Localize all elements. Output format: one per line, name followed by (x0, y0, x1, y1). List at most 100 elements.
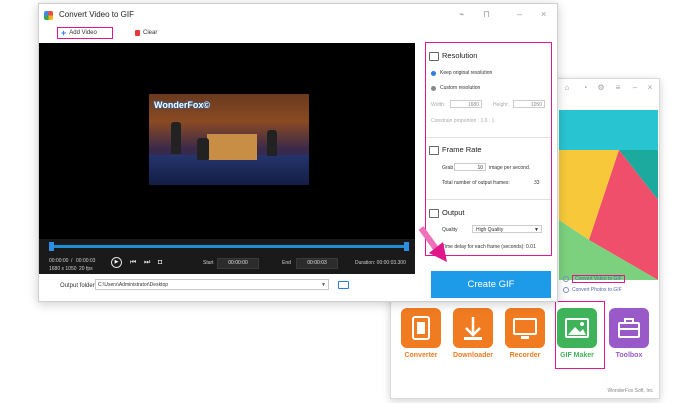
time-current: 00:00:00 (49, 258, 69, 264)
total-frames-value: 33 (534, 180, 540, 186)
quality-select[interactable]: High Quality ▼ (472, 225, 542, 233)
next-frame-icon[interactable]: ⏭ (144, 259, 150, 266)
recorder-label: Recorder (509, 352, 541, 359)
folder-icon[interactable] (338, 281, 349, 289)
keep-original-option[interactable]: Keep original resolution (431, 70, 492, 76)
settings-panel: Resolution Keep original resolution Cust… (425, 42, 552, 256)
person-figure (171, 122, 181, 154)
chevron-down-icon: ▼ (321, 282, 326, 288)
start-label: Start (203, 260, 214, 266)
resolution-title: Resolution (442, 51, 478, 60)
custom-resolution-label: Custom resolution (440, 85, 481, 91)
end-time-input[interactable]: 00:00:03 (296, 258, 338, 269)
toolbox-icon (618, 318, 640, 338)
divider (426, 199, 551, 200)
output-folder-path: C:\Users\Administrator\Desktop (98, 282, 169, 288)
photo-gif-icon (563, 287, 569, 293)
duration-text: Duration: 00:00:03.300 (355, 260, 406, 266)
grab-label: Grab (442, 165, 454, 171)
previous-frame-icon[interactable]: ⏮ (130, 259, 136, 266)
desk-shape (207, 134, 257, 160)
menu-convert-video-label: Convert Video to GIF (572, 275, 625, 283)
downloader-tool[interactable] (453, 308, 493, 348)
cart-icon[interactable]: ⌂ (563, 84, 571, 92)
trash-icon (135, 30, 140, 36)
add-video-label: Add Video (69, 30, 97, 36)
video-preview[interactable]: WonderFox© (39, 43, 415, 239)
film-icon (412, 316, 430, 340)
output-folder-label: Output folder: (60, 283, 97, 289)
end-handle[interactable] (404, 242, 409, 251)
playback-controls: 00:00:00 / 00:00:03 1680 x 1050 20 fps ⏮… (39, 239, 415, 274)
frame-rate-title: Frame Rate (442, 145, 482, 154)
converter-label: Converter (404, 352, 438, 359)
close-icon[interactable]: × (646, 84, 654, 92)
app-logo-icon (44, 11, 53, 20)
minimize-icon[interactable]: – (517, 10, 522, 19)
frame-delay-text: Time delay for each frame (seconds): 0.0… (442, 244, 536, 250)
toolbox-tool[interactable] (609, 308, 649, 348)
cart-icon[interactable]: ⊓ (483, 10, 490, 19)
toolbox-label: Toolbox (615, 352, 643, 359)
user-icon[interactable]: ◔ (581, 84, 589, 92)
play-button[interactable]: ▶ (111, 257, 122, 268)
create-gif-button[interactable]: Create GIF (431, 271, 551, 298)
settings-icon[interactable]: ⚙ (597, 84, 605, 92)
menu-icon[interactable]: ≡ (614, 84, 622, 92)
plus-icon: + (61, 27, 67, 38)
clear-label: Clear (143, 30, 158, 36)
minimize-icon[interactable]: – (631, 84, 639, 92)
quality-value: High Quality (476, 227, 504, 233)
chevron-down-icon: ▼ (534, 227, 539, 233)
recorder-tool[interactable] (505, 308, 545, 348)
height-input[interactable]: 1050 (513, 100, 545, 108)
timeline-track[interactable] (49, 242, 409, 251)
person-figure (267, 130, 277, 156)
constrain-text: Constrain proportion : 1.6 : 1 (431, 118, 495, 124)
grab-suffix: image per second. (489, 165, 531, 171)
copyright-text: WonderFox Soft, Inc (607, 388, 653, 394)
keep-original-label: Keep original resolution (440, 70, 493, 76)
height-label: Height: (493, 102, 509, 108)
video-gif-icon (563, 276, 569, 282)
divider (426, 137, 551, 138)
resolution-icon (429, 52, 439, 61)
time-total: 00:00:03 (76, 258, 96, 264)
menu-convert-video-to-gif[interactable]: Convert Video to GIF (563, 275, 625, 283)
converter-tool[interactable] (401, 308, 441, 348)
convert-video-to-gif-window: Convert Video to GIF ⌁ ⊓ – × + Add Video… (38, 3, 558, 302)
fps-info: 20 fps (79, 266, 93, 272)
video-frame: WonderFox© (149, 94, 309, 185)
total-frames-label: Total number of output frames: (442, 180, 510, 186)
grab-input[interactable]: 10 (454, 163, 486, 171)
time-separator: / (71, 258, 73, 264)
downloader-label: Downloader (452, 352, 494, 359)
width-input[interactable]: 1680 (450, 100, 482, 108)
width-label: Width: (431, 102, 446, 108)
gif-maker-highlight (555, 301, 605, 369)
clear-button[interactable]: Clear (135, 27, 157, 39)
start-handle[interactable] (49, 242, 54, 251)
frame-rate-icon (429, 146, 439, 155)
radio-selected-icon (431, 70, 436, 76)
radio-icon (431, 85, 436, 91)
menu-convert-photos-label: Convert Photos to GIF (572, 287, 622, 293)
person-figure (197, 138, 209, 160)
output-folder-select[interactable]: C:\Users\Administrator\Desktop ▼ (95, 279, 329, 290)
download-icon (464, 317, 482, 340)
custom-resolution-option[interactable]: Custom resolution (431, 85, 480, 91)
end-label: End (282, 260, 291, 266)
watermark-text: WonderFox© (154, 100, 210, 110)
menu-convert-photos-to-gif[interactable]: Convert Photos to GIF (563, 287, 622, 293)
pin-icon[interactable]: ⌁ (459, 10, 464, 19)
titlebar: Convert Video to GIF ⌁ ⊓ – × (39, 4, 557, 26)
output-icon (429, 209, 439, 218)
output-title: Output (442, 208, 465, 217)
start-time-input[interactable]: 00:00:00 (217, 258, 259, 269)
add-video-button[interactable]: + Add Video (57, 27, 113, 39)
snapshot-icon[interactable]: ◘ (158, 259, 162, 266)
monitor-icon (513, 318, 537, 339)
resolution-info: 1680 x 1050 (49, 266, 77, 272)
pointer-arrow-icon (418, 226, 447, 262)
close-icon[interactable]: × (541, 10, 546, 19)
